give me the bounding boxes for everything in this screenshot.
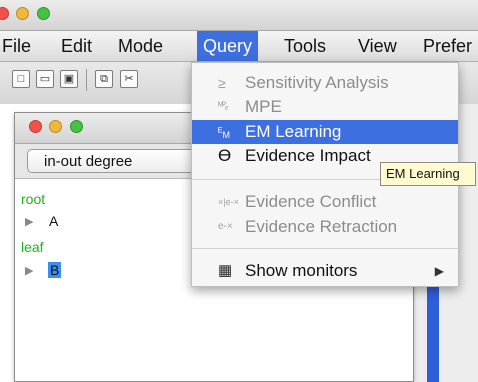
cut-icon[interactable]: ✂ — [120, 70, 138, 88]
inner-close-button[interactable] — [29, 120, 42, 133]
greater-equal-icon: ≥ — [218, 75, 226, 91]
minimize-window-button[interactable] — [16, 7, 29, 20]
menu-item-label: MPE — [245, 97, 282, 116]
menu-bar: File Edit Mode Query Tools View Prefer — [0, 31, 478, 62]
menu-query[interactable]: Query — [197, 31, 259, 61]
open-folder-icon[interactable]: ▭ — [36, 70, 54, 88]
mpe-icon: ᴹᴾᴱ — [218, 101, 229, 114]
menu-item-mpe[interactable]: ᴹᴾᴱ MPE — [192, 95, 458, 119]
inner-minimize-button[interactable] — [49, 120, 62, 133]
menu-item-label: Evidence Conflict — [245, 192, 377, 211]
menu-item-em-learning[interactable]: ᴱM EM Learning — [192, 120, 458, 144]
submenu-arrow-icon: ▶ — [434, 264, 444, 278]
menu-edit[interactable]: Edit — [55, 31, 98, 61]
menu-item-label: Evidence Retraction — [245, 217, 398, 236]
menu-item-sensitivity-analysis[interactable]: ≥ Sensitivity Analysis — [192, 71, 458, 95]
monitor-icon: ▦ — [218, 262, 233, 279]
tree-node[interactable]: A — [49, 213, 58, 229]
tree-group-label: root — [21, 191, 46, 207]
menu-item-label: Show monitors — [245, 261, 358, 280]
menu-item-label: EM Learning — [245, 122, 342, 141]
expand-arrow-icon[interactable]: ▶ — [25, 215, 33, 228]
menu-file[interactable]: File — [0, 31, 37, 61]
menu-view[interactable]: View — [352, 31, 403, 61]
menu-mode[interactable]: Mode — [112, 31, 169, 61]
close-window-button[interactable] — [0, 7, 9, 20]
menu-tools[interactable]: Tools — [278, 31, 332, 61]
menu-item-label: Sensitivity Analysis — [245, 73, 389, 92]
new-file-icon[interactable]: □ — [12, 70, 30, 88]
menu-item-show-monitors[interactable]: ▦ Show monitors ▶ — [192, 259, 458, 283]
toolbar-separator — [86, 69, 87, 91]
menu-item-evidence-retraction[interactable]: e-× Evidence Retraction — [192, 215, 458, 239]
zoom-window-button[interactable] — [37, 7, 50, 20]
tree-node-selected[interactable]: B — [48, 262, 62, 278]
app-title-bar — [0, 0, 478, 31]
copy-icon[interactable]: ⧉ — [95, 70, 113, 88]
menu-preferences[interactable]: Prefer — [417, 31, 478, 61]
evidence-retraction-icon: e-× — [218, 221, 233, 232]
expand-arrow-icon[interactable]: ▶ — [25, 264, 33, 277]
evidence-impact-icon: ϴ — [218, 146, 232, 165]
tooltip: EM Learning — [380, 162, 476, 186]
tree-group-label: leaf — [21, 239, 44, 255]
inner-zoom-button[interactable] — [70, 120, 83, 133]
evidence-conflict-icon: ×|e-× — [218, 197, 239, 207]
save-icon[interactable]: ▣ — [60, 70, 78, 88]
menu-item-evidence-conflict[interactable]: ×|e-× Evidence Conflict — [192, 190, 458, 214]
menu-separator — [192, 248, 458, 249]
menu-item-label: Evidence Impact — [245, 146, 371, 165]
